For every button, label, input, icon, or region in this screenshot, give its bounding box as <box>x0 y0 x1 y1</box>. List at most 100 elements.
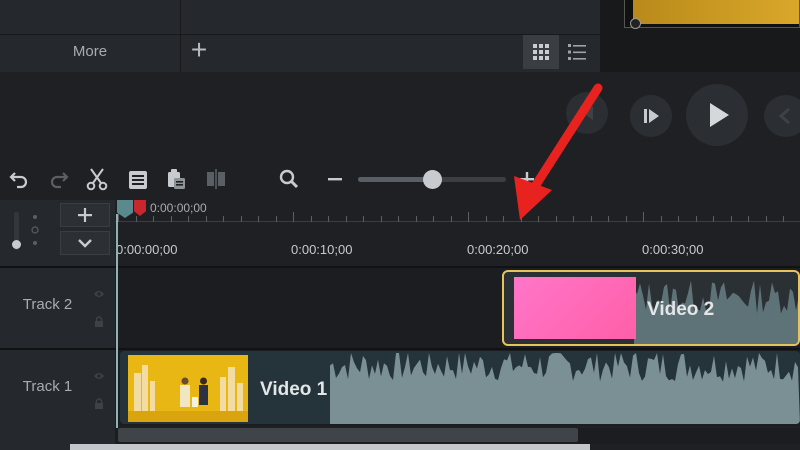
clip-thumbnail <box>128 355 248 422</box>
horizontal-scrollbar-thumb[interactable] <box>118 428 578 442</box>
copy-button[interactable] <box>125 167 151 193</box>
play-button[interactable] <box>686 84 748 146</box>
ruler-tick <box>713 216 714 222</box>
add-track-button[interactable] <box>60 203 110 227</box>
ruler-tick <box>660 216 662 222</box>
step-forward-icon <box>644 109 659 123</box>
copy-icon <box>129 171 147 189</box>
ruler-tick <box>555 216 557 222</box>
more-button[interactable]: More <box>0 38 180 66</box>
eye-icon[interactable] <box>93 288 105 300</box>
panel-divider <box>180 0 181 72</box>
ruler-tick <box>275 216 277 222</box>
split-button[interactable] <box>203 166 229 192</box>
lock-icon[interactable] <box>93 316 105 328</box>
redo-button[interactable] <box>46 167 72 193</box>
undo-button[interactable] <box>6 167 32 193</box>
playhead-line[interactable] <box>116 214 118 428</box>
add-button[interactable]: + <box>186 36 212 64</box>
ruler-tick <box>503 216 504 222</box>
next-frame-button[interactable] <box>630 95 672 137</box>
ruler-tick <box>205 216 207 222</box>
grid-view-button[interactable] <box>523 35 559 69</box>
ruler-tick <box>538 216 539 222</box>
plus-icon <box>78 208 92 222</box>
ruler-label: 0:00:30;00 <box>642 242 704 257</box>
ruler-tick <box>520 216 522 222</box>
ruler-tick <box>310 216 312 222</box>
track-name[interactable]: Track 1 <box>0 378 95 395</box>
ruler-tick <box>363 216 364 222</box>
zoom-out-button[interactable] <box>322 166 348 192</box>
clip-thumbnail <box>514 277 636 339</box>
ruler-tick <box>433 216 434 222</box>
ruler-tick <box>783 216 784 222</box>
ruler-tick <box>398 216 399 222</box>
ruler-tick <box>293 212 294 222</box>
ruler-tick <box>678 216 679 222</box>
step-back-icon <box>580 106 593 120</box>
ruler-tick <box>485 216 487 222</box>
undo-icon <box>9 172 28 189</box>
ruler-tick <box>415 216 417 222</box>
ruler-tick <box>258 216 259 222</box>
ruler-tick <box>188 216 189 222</box>
zoom-slider-fill <box>358 177 432 182</box>
cut-button[interactable] <box>84 166 110 192</box>
playhead-time: 0:00:00;00 <box>150 201 207 215</box>
zoom-slider-thumb[interactable] <box>423 170 442 189</box>
ruler-tick <box>153 216 154 222</box>
ruler-tick <box>765 216 767 222</box>
ruler-tick <box>573 216 574 222</box>
previous-marker-button[interactable] <box>764 95 800 137</box>
ruler-label: 0:00:10;00 <box>291 242 353 257</box>
ruler-tick <box>625 216 627 222</box>
previous-frame-button[interactable] <box>566 92 608 134</box>
ruler-tick <box>608 216 609 222</box>
ruler-tick <box>380 216 382 222</box>
ruler-tick <box>643 212 644 222</box>
ruler-tick <box>748 216 749 222</box>
ruler-tick <box>223 216 224 222</box>
paste-button[interactable] <box>163 166 189 192</box>
zoom-in-button[interactable] <box>514 166 540 192</box>
minus-icon <box>328 178 342 181</box>
chevron-left-icon <box>778 107 790 125</box>
clip-title: Video 2 <box>647 299 715 320</box>
ruler-label: 0:00:20;00 <box>467 242 529 257</box>
video-1-clip[interactable]: Video 1 <box>120 351 800 424</box>
plus-icon <box>520 172 534 186</box>
scissors-icon <box>86 168 108 191</box>
ruler-baseline <box>115 221 800 222</box>
playback-area <box>0 72 800 160</box>
video-2-clip[interactable]: Video 2 <box>502 270 800 346</box>
ruler-tick <box>590 216 592 222</box>
eye-icon[interactable] <box>93 370 105 382</box>
track-height-thumb[interactable] <box>12 240 21 249</box>
ruler-tick <box>170 216 172 222</box>
redo-icon <box>50 172 69 189</box>
play-icon <box>710 103 729 127</box>
ruler-tick <box>135 216 137 222</box>
camtasia-editor: More + 0:00:00;00 0:00:10;00 0:00:20;00 … <box>0 0 800 450</box>
ruler-tick <box>468 212 469 222</box>
track-options-button[interactable] <box>60 231 110 255</box>
chevron-down-icon <box>78 239 92 248</box>
rotate-handle[interactable] <box>630 18 641 29</box>
search-icon <box>279 169 299 189</box>
ruler-label: 0:00:00;00 <box>116 242 178 257</box>
ruler-tick <box>345 216 347 222</box>
canvas-media[interactable] <box>624 0 800 28</box>
zoom-fit-button[interactable] <box>276 166 302 192</box>
track-size-icon <box>31 215 39 245</box>
list-view-button[interactable] <box>560 35 594 69</box>
lock-icon[interactable] <box>93 398 105 410</box>
list-view-icon <box>568 44 586 60</box>
grid-view-icon <box>533 44 549 60</box>
clip-title: Video 1 <box>260 379 328 400</box>
ruler-tick <box>240 216 242 222</box>
paste-icon <box>168 169 185 189</box>
video-frame-illustration <box>128 355 248 422</box>
ruler-tick <box>730 216 732 222</box>
track-name[interactable]: Track 2 <box>0 296 95 313</box>
